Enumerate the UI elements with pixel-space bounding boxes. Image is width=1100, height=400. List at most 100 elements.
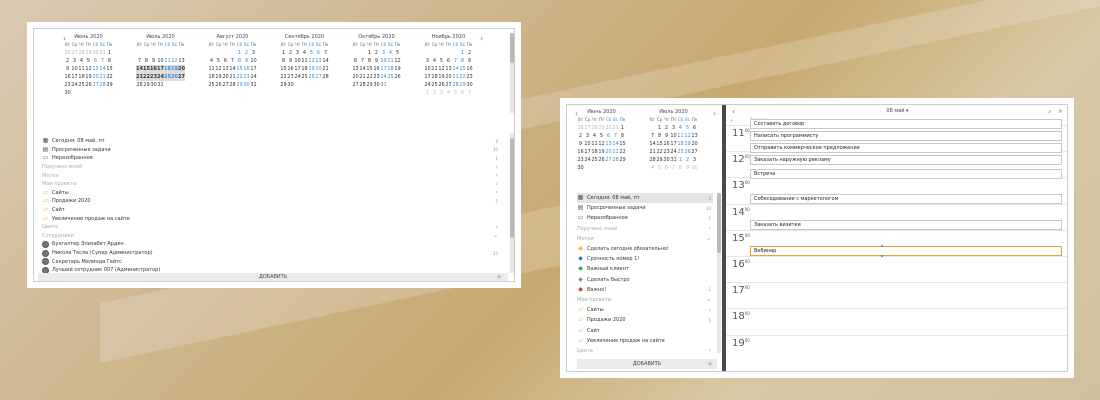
- day-cell[interactable]: 8: [656, 132, 663, 140]
- day-cell[interactable]: 7: [612, 132, 619, 140]
- calendar-scrollbar-thumb[interactable]: [510, 33, 514, 63]
- day-cell[interactable]: 29: [85, 49, 92, 57]
- sidebar-scrollbar[interactable]: [717, 193, 721, 353]
- day-cell[interactable]: 3: [380, 49, 387, 57]
- sidebar-item[interactable]: ▱ Продажи 2020 5: [42, 197, 498, 206]
- day-cell[interactable]: 8: [459, 57, 466, 65]
- day-cell[interactable]: 2: [373, 49, 380, 57]
- day-cell[interactable]: 11: [301, 57, 308, 65]
- day-cell[interactable]: 10: [424, 65, 431, 73]
- day-cell[interactable]: 19: [598, 148, 605, 156]
- day-cell[interactable]: 26: [215, 81, 222, 89]
- day-cell[interactable]: 21: [612, 148, 619, 156]
- day-cell[interactable]: 13: [352, 65, 359, 73]
- day-cell[interactable]: 30: [243, 81, 250, 89]
- day-cell[interactable]: 27: [71, 49, 78, 57]
- day-cell[interactable]: 21: [359, 73, 366, 81]
- day-cell[interactable]: 3: [670, 124, 677, 132]
- chevron-icon[interactable]: ‹: [709, 347, 711, 354]
- sidebar-item[interactable]: ▤ Просроченные задачи 30: [577, 203, 713, 213]
- day-cell[interactable]: 10: [294, 57, 301, 65]
- month-title[interactable]: Июль 2020: [136, 34, 185, 40]
- next-month-button[interactable]: ›: [713, 109, 716, 118]
- event-card[interactable]: Собеседование с маркетологом: [750, 194, 1062, 204]
- day-cell[interactable]: 10: [250, 57, 257, 65]
- hour-row[interactable]: 1600: [726, 256, 1067, 282]
- day-cell[interactable]: 18: [387, 65, 394, 73]
- add-button[interactable]: ДОБАВИТЬ +: [38, 273, 508, 281]
- section-header[interactable]: Мои проекты ‹: [42, 180, 498, 189]
- day-cell[interactable]: 25: [387, 73, 394, 81]
- day-cell[interactable]: 22: [143, 73, 150, 81]
- day-cell[interactable]: 1: [459, 49, 466, 57]
- hour-row[interactable]: 1800: [726, 308, 1067, 334]
- day-cell[interactable]: 9: [287, 57, 294, 65]
- section-header[interactable]: Цвета ‹: [577, 346, 713, 356]
- day-cell[interactable]: 25: [677, 148, 684, 156]
- section-header[interactable]: Мои проекты ⌄: [577, 295, 713, 305]
- day-cell[interactable]: 28: [452, 81, 459, 89]
- day-cell[interactable]: 26: [64, 49, 71, 57]
- day-cell[interactable]: 1: [424, 89, 431, 97]
- chevron-icon[interactable]: ‹: [496, 189, 498, 196]
- day-cell[interactable]: 18: [677, 140, 684, 148]
- day-cell[interactable]: 6: [315, 49, 322, 57]
- event-card[interactable]: Заказать визитки: [750, 220, 1062, 230]
- day-cell[interactable]: 11: [208, 65, 215, 73]
- day-cell[interactable]: 9: [150, 57, 157, 65]
- day-cell[interactable]: 27: [178, 73, 185, 81]
- day-cell[interactable]: 16: [373, 65, 380, 73]
- day-cell[interactable]: 15: [619, 140, 626, 148]
- chevron-icon[interactable]: ‹: [496, 164, 498, 171]
- day-cell[interactable]: 22: [459, 73, 466, 81]
- day-cell[interactable]: 5: [656, 164, 663, 172]
- day-cell[interactable]: 11: [431, 65, 438, 73]
- hour-row[interactable]: 1700: [726, 282, 1067, 308]
- day-cell[interactable]: 4: [387, 49, 394, 57]
- day-cell[interactable]: 18: [591, 148, 598, 156]
- day-cell[interactable]: 4: [445, 89, 452, 97]
- day-cell[interactable]: 29: [143, 81, 150, 89]
- add-button[interactable]: ДОБАВИТЬ +: [577, 359, 717, 369]
- chevron-icon[interactable]: ⌄: [706, 235, 711, 242]
- day-cell[interactable]: 31: [157, 81, 164, 89]
- day-cell[interactable]: 24: [157, 73, 164, 81]
- day-cell[interactable]: 4: [649, 164, 656, 172]
- day-cell[interactable]: 28: [136, 81, 143, 89]
- day-cell[interactable]: 6: [352, 57, 359, 65]
- day-cell[interactable]: 25: [431, 81, 438, 89]
- day-cell[interactable]: 7: [136, 57, 143, 65]
- day-cell[interactable]: 9: [684, 164, 691, 172]
- day-cell[interactable]: 1: [619, 124, 626, 132]
- day-cell[interactable]: 14: [649, 140, 656, 148]
- day-cell[interactable]: 16: [466, 65, 473, 73]
- day-cell[interactable]: 23: [64, 81, 71, 89]
- day-cell[interactable]: 9: [663, 132, 670, 140]
- day-cell[interactable]: 15: [459, 65, 466, 73]
- day-cell[interactable]: 11: [387, 57, 394, 65]
- day-cell[interactable]: 30: [373, 81, 380, 89]
- sidebar-item[interactable]: ▭ Неразобранное 1: [42, 154, 498, 163]
- day-cell[interactable]: 10: [670, 132, 677, 140]
- day-cell[interactable]: 16: [663, 140, 670, 148]
- month-title[interactable]: Июнь 2020: [64, 34, 113, 40]
- day-cell[interactable]: 26: [308, 73, 315, 81]
- day-cell[interactable]: 7: [322, 49, 329, 57]
- day-cell[interactable]: 27: [92, 81, 99, 89]
- calendar-scrollbar[interactable]: [510, 33, 514, 113]
- day-cell[interactable]: 12: [394, 57, 401, 65]
- chevron-icon[interactable]: ‹: [709, 225, 711, 232]
- day-cell[interactable]: 7: [466, 89, 473, 97]
- day-cell[interactable]: 28: [612, 156, 619, 164]
- day-cell[interactable]: 3: [691, 156, 698, 164]
- section-header[interactable]: Сотрудники ⌄: [42, 232, 498, 241]
- day-cell[interactable]: 3: [438, 89, 445, 97]
- day-cell[interactable]: 3: [584, 132, 591, 140]
- day-cell[interactable]: 30: [577, 164, 584, 172]
- day-cell[interactable]: 29: [236, 81, 243, 89]
- day-cell[interactable]: 31: [380, 81, 387, 89]
- day-cell[interactable]: 1: [677, 156, 684, 164]
- day-cell[interactable]: 5: [394, 49, 401, 57]
- section-header[interactable]: Метки ‹: [42, 171, 498, 180]
- sidebar-scrollbar-thumb[interactable]: [717, 193, 721, 253]
